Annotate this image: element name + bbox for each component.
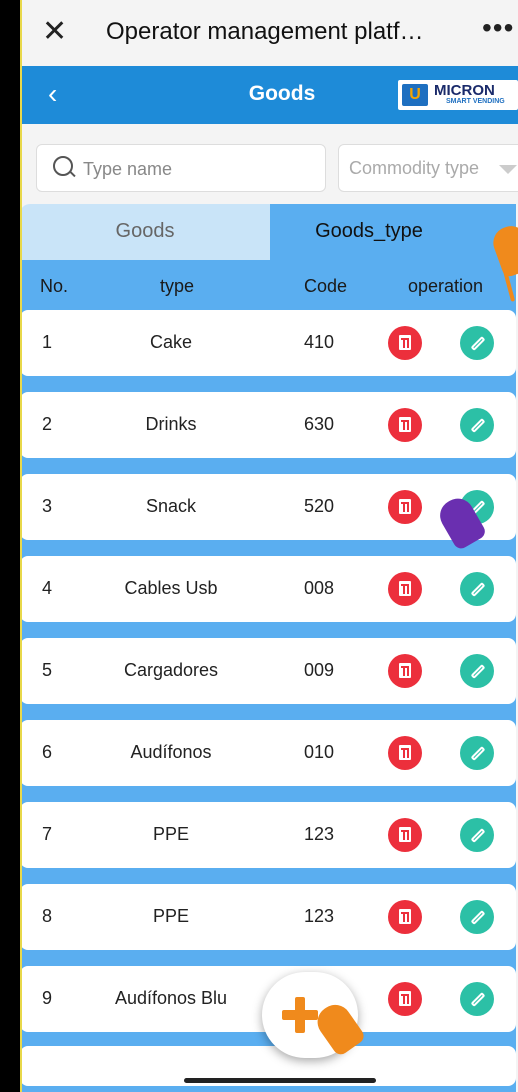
header-no: No. (40, 276, 69, 296)
search-box[interactable] (36, 144, 326, 193)
tab-bar: Goods Goods_type (22, 204, 516, 260)
table-row: 1 Cake 410 (22, 310, 516, 376)
commodity-type-label: Commodity type (349, 158, 480, 178)
logo-mark-icon: U (402, 84, 428, 106)
caret-down-icon (499, 165, 517, 174)
row-no: 1 (42, 332, 53, 352)
edit-icon[interactable] (460, 818, 494, 852)
row-type: Cargadores (123, 660, 219, 680)
row-code: 630 (303, 414, 335, 434)
goods-type-table: No. type Code operation 1 Cake 410 2 Dri… (22, 260, 516, 1092)
edit-icon[interactable] (460, 326, 494, 360)
delete-icon[interactable] (388, 736, 422, 770)
commodity-type-select[interactable]: Commodity type (338, 144, 518, 192)
header-code: Code (304, 276, 348, 296)
table-row: 2 Drinks 630 (22, 392, 516, 458)
row-code: 520 (303, 496, 335, 516)
search-icon (53, 156, 73, 176)
row-no: 8 (42, 906, 53, 926)
edit-icon[interactable] (460, 572, 494, 606)
brand-logo: U MICRON SMART VENDING (398, 80, 518, 110)
row-no: 9 (42, 988, 53, 1008)
logo-text: MICRON (434, 82, 495, 99)
table-row: 7 PPE 123 (22, 802, 516, 868)
row-type: Snack (145, 496, 197, 516)
delete-icon[interactable] (388, 654, 422, 688)
header-operation: operation (408, 276, 484, 296)
logo-subtext: SMART VENDING (446, 98, 505, 105)
edit-icon[interactable] (460, 900, 494, 934)
delete-icon[interactable] (388, 326, 422, 360)
row-no: 6 (42, 742, 53, 762)
delete-icon[interactable] (388, 900, 422, 934)
row-code: 009 (303, 660, 335, 680)
delete-icon[interactable] (388, 490, 422, 524)
row-code: 123 (303, 906, 335, 926)
edit-icon[interactable] (460, 654, 494, 688)
row-code: 410 (303, 332, 335, 352)
phone-screen: ✕ Operator management platf… ••• ‹ Goods… (22, 0, 518, 1092)
edit-icon[interactable] (460, 408, 494, 442)
app-topbar: ✕ Operator management platf… ••• (22, 0, 518, 66)
home-indicator (184, 1078, 376, 1083)
tab-goods-type[interactable]: Goods_type (270, 204, 516, 260)
plus-icon-v (295, 997, 305, 1033)
delete-icon[interactable] (388, 408, 422, 442)
header-type: type (160, 276, 195, 296)
edit-icon[interactable] (460, 982, 494, 1016)
app-title: Operator management platf… (106, 18, 424, 45)
row-code: 008 (303, 578, 335, 598)
tab-goods-label: Goods (115, 220, 175, 242)
page-header: ‹ Goods U MICRON SMART VENDING (22, 66, 518, 124)
tab-goods-type-label: Goods_type (315, 220, 423, 242)
row-type: Audífonos (130, 742, 212, 762)
delete-icon[interactable] (388, 572, 422, 606)
table-row: 8 PPE 123 (22, 884, 516, 950)
delete-icon[interactable] (388, 818, 422, 852)
table-row: 5 Cargadores 009 (22, 638, 516, 704)
row-type: PPE (152, 906, 190, 926)
search-row: Commodity type (22, 124, 518, 204)
table-row: 6 Audífonos 010 (22, 720, 516, 786)
table-row: 4 Cables Usb 008 (22, 556, 516, 622)
row-no: 3 (42, 496, 53, 516)
row-type: Drinks (145, 414, 197, 434)
row-type: PPE (152, 824, 190, 844)
row-type: Cables Usb (124, 578, 218, 598)
row-no: 2 (42, 414, 53, 434)
more-icon[interactable]: ••• (482, 12, 514, 44)
search-input[interactable] (81, 145, 315, 193)
row-code: 010 (303, 742, 335, 762)
row-code: 123 (303, 824, 335, 844)
edit-icon[interactable] (460, 736, 494, 770)
row-no: 4 (42, 578, 53, 598)
row-type: Audífonos Blu (114, 988, 228, 1008)
row-no: 5 (42, 660, 53, 680)
row-no: 7 (42, 824, 53, 844)
tab-goods[interactable]: Goods (22, 204, 270, 260)
row-type: Cake (149, 332, 193, 352)
close-icon[interactable]: ✕ (42, 14, 74, 50)
delete-icon[interactable] (388, 982, 422, 1016)
